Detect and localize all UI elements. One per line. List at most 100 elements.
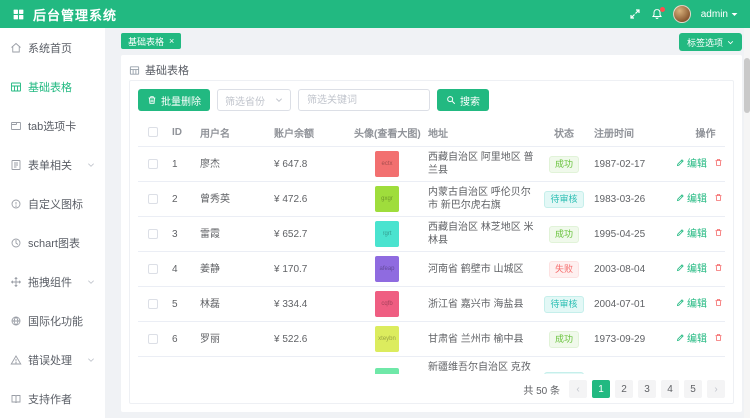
status-badge: 待审核 bbox=[544, 296, 583, 313]
sidebar-item-table[interactable]: 基础表格 bbox=[0, 67, 105, 106]
page-button-1[interactable]: 1 bbox=[592, 380, 610, 398]
notification-bell-icon[interactable] bbox=[651, 8, 663, 20]
tab-close-icon[interactable]: × bbox=[169, 37, 174, 46]
row-checkbox[interactable] bbox=[148, 264, 158, 274]
header-checkbox-cell bbox=[138, 119, 168, 147]
avatar-thumbnail[interactable]: xteybn bbox=[375, 326, 399, 352]
table-row: 6罗丽¥ 522.6xteybn甘肃省 兰州市 榆中县成功1973-09-29编… bbox=[138, 322, 725, 357]
edit-button[interactable]: 编辑 bbox=[676, 263, 707, 276]
data-table: ID用户名账户余额头像(查看大图)地址状态注册时间操作 1廖杰¥ 647.8ec… bbox=[138, 119, 725, 374]
page-button-5[interactable]: 5 bbox=[684, 380, 702, 398]
avatar-thumbnail[interactable]: afeap bbox=[375, 256, 399, 282]
avatar-thumbnail[interactable]: rgrt bbox=[375, 221, 399, 247]
tag-options-button[interactable]: 标签选项 bbox=[679, 33, 742, 51]
column-header: 注册时间 bbox=[590, 119, 672, 147]
page-button-4[interactable]: 4 bbox=[661, 380, 679, 398]
next-page-button[interactable]: › bbox=[707, 380, 725, 398]
cell-id: 6 bbox=[168, 322, 196, 357]
avatar-thumbnail[interactable]: cqfb bbox=[375, 291, 399, 317]
delete-button[interactable]: 删除 bbox=[714, 193, 725, 206]
sidebar-item-error[interactable]: 错误处理 bbox=[0, 340, 105, 379]
breadcrumb-label: 基础表格 bbox=[145, 62, 189, 78]
edit-button[interactable]: 编辑 bbox=[676, 298, 707, 311]
page-button-3[interactable]: 3 bbox=[638, 380, 656, 398]
cell-id: 3 bbox=[168, 217, 196, 252]
row-checkbox-cell bbox=[138, 182, 168, 217]
search-button[interactable]: 搜索 bbox=[437, 89, 489, 111]
collapse-menu-icon[interactable] bbox=[12, 8, 25, 21]
sidebar-item-home[interactable]: 系统首页 bbox=[0, 28, 105, 67]
row-checkbox[interactable] bbox=[148, 334, 158, 344]
cell-register-date: 1983-03-26 bbox=[590, 182, 672, 217]
province-filter-select[interactable]: 筛选省份 bbox=[217, 89, 291, 111]
batch-delete-button[interactable]: 批量删除 bbox=[138, 89, 210, 111]
cell-balance: ¥ 647.8 bbox=[270, 147, 350, 182]
avatar-text: rgrt bbox=[383, 228, 392, 241]
table-row: 5林磊¥ 334.4cqfb浙江省 嘉兴市 海盐县待审核2004-07-01编辑… bbox=[138, 287, 725, 322]
page-scrollbar[interactable] bbox=[744, 28, 750, 418]
column-header: ID bbox=[168, 119, 196, 147]
user-name-label: admin bbox=[701, 9, 728, 20]
sidebar-item-custom[interactable]: 自定义图标 bbox=[0, 184, 105, 223]
row-checkbox[interactable] bbox=[148, 229, 158, 239]
sidebar-item-form[interactable]: 表单相关 bbox=[0, 145, 105, 184]
chevron-down-icon bbox=[275, 96, 283, 104]
delete-button[interactable]: 删除 bbox=[714, 228, 725, 241]
cell-status: 待审核 bbox=[538, 182, 590, 217]
sidebar-item-drag[interactable]: 拖拽组件 bbox=[0, 262, 105, 301]
cell-username: 林磊 bbox=[196, 287, 270, 322]
table-row: 3雷霞¥ 652.7rgrt西藏自治区 林芝地区 米林县成功1995-04-25… bbox=[138, 217, 725, 252]
edit-button[interactable]: 编辑 bbox=[676, 228, 707, 241]
user-avatar[interactable] bbox=[673, 5, 691, 23]
sidebar-item-label: 拖拽组件 bbox=[28, 274, 72, 290]
row-checkbox[interactable] bbox=[148, 299, 158, 309]
drag-icon bbox=[10, 276, 22, 288]
edit-button[interactable]: 编辑 bbox=[676, 158, 707, 171]
prev-page-button[interactable]: ‹ bbox=[569, 380, 587, 398]
cell-username: 曾秀英 bbox=[196, 182, 270, 217]
row-checkbox[interactable] bbox=[148, 194, 158, 204]
delete-button[interactable]: 删除 bbox=[714, 263, 725, 276]
sidebar-item-label: tab选项卡 bbox=[28, 118, 76, 134]
cell-address: 西藏自治区 林芝地区 米林县 bbox=[424, 217, 538, 252]
avatar-thumbnail[interactable]: gxgr bbox=[375, 186, 399, 212]
sidebar-item-support[interactable]: 支持作者 bbox=[0, 379, 105, 418]
avatar-thumbnail[interactable]: ectx bbox=[375, 151, 399, 177]
custom-icon bbox=[10, 198, 22, 210]
delete-button[interactable]: 删除 bbox=[714, 333, 725, 346]
delete-button[interactable]: 删除 bbox=[714, 158, 725, 171]
cell-balance: ¥ 522.6 bbox=[270, 322, 350, 357]
scrollbar-thumb[interactable] bbox=[744, 58, 750, 113]
row-checkbox-cell bbox=[138, 147, 168, 182]
sidebar-item-tabs[interactable]: tab选项卡 bbox=[0, 106, 105, 145]
sidebar-item-i18n[interactable]: 国际化功能 bbox=[0, 301, 105, 340]
avatar-text: afeap bbox=[379, 263, 394, 276]
row-checkbox[interactable] bbox=[148, 159, 158, 169]
cell-operations: 编辑删除 bbox=[672, 252, 725, 287]
select-all-checkbox[interactable] bbox=[148, 127, 158, 137]
cell-balance: ¥ 488.6 bbox=[270, 357, 350, 375]
cell-register-date: 1973-09-29 bbox=[590, 322, 672, 357]
row-checkbox-cell bbox=[138, 322, 168, 357]
cell-avatar: xteybn bbox=[350, 322, 424, 357]
user-menu[interactable]: admin bbox=[701, 9, 738, 20]
pencil-icon bbox=[676, 333, 685, 346]
cell-username: 雷霞 bbox=[196, 217, 270, 252]
tab-basic-table[interactable]: 基础表格 × bbox=[121, 33, 181, 49]
cell-address: 甘肃省 兰州市 榆中县 bbox=[424, 322, 538, 357]
keyword-filter-input[interactable] bbox=[298, 89, 430, 111]
table-row: 1廖杰¥ 647.8ectx西藏自治区 阿里地区 普兰县成功1987-02-17… bbox=[138, 147, 725, 182]
sidebar-nav: 系统首页基础表格 tab选项卡表单相关自定义图标 schart图表拖拽组件国际化功能… bbox=[0, 28, 105, 418]
sidebar-item-label: 错误处理 bbox=[28, 352, 72, 368]
row-checkbox-cell bbox=[138, 287, 168, 322]
cell-address: 河南省 鹤壁市 山城区 bbox=[424, 252, 538, 287]
edit-button[interactable]: 编辑 bbox=[676, 333, 707, 346]
sidebar-item-label: 自定义图标 bbox=[28, 196, 83, 212]
page-button-2[interactable]: 2 bbox=[615, 380, 633, 398]
edit-button[interactable]: 编辑 bbox=[676, 193, 707, 206]
sidebar-item-chart[interactable]: schart图表 bbox=[0, 223, 105, 262]
delete-button[interactable]: 删除 bbox=[714, 298, 725, 311]
edit-label: 编辑 bbox=[687, 158, 707, 171]
table-header-row: ID用户名账户余额头像(查看大图)地址状态注册时间操作 bbox=[138, 119, 725, 147]
fullscreen-icon[interactable] bbox=[629, 8, 641, 20]
